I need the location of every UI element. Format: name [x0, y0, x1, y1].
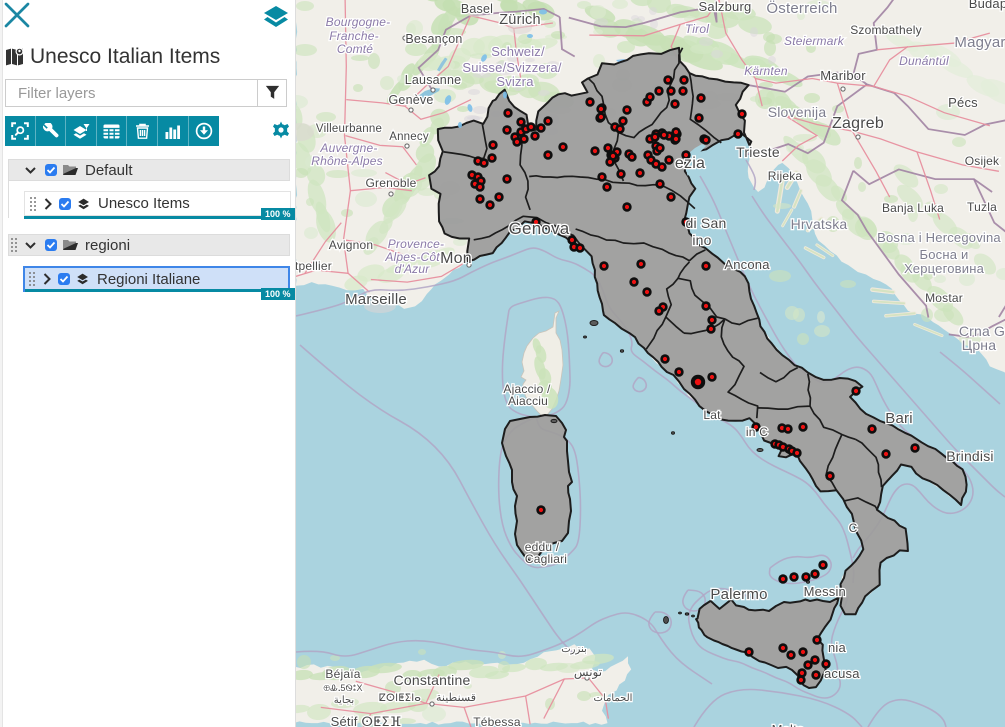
svg-text:Cagliari: Cagliari [525, 552, 567, 566]
svg-text:Tuzla: Tuzla [967, 200, 997, 214]
svg-text:Bourgogne-: Bourgogne- [326, 15, 391, 29]
svg-text:Steiermark: Steiermark [784, 34, 845, 48]
svg-text:Budap: Budap [969, 0, 1005, 11]
svg-text:Pécs: Pécs [948, 95, 978, 110]
svg-text:Maribor: Maribor [820, 68, 866, 83]
svg-text:Aiacciu: Aiacciu [508, 394, 548, 408]
svg-text:Österreich: Österreich [766, 0, 837, 17]
svg-text:بنزرت: بنزرت [561, 644, 587, 655]
svg-text:Osijek: Osijek [965, 154, 1000, 168]
svg-text:Slovenija: Slovenija [768, 104, 827, 120]
svg-text:Messin: Messin [804, 584, 846, 599]
svg-text:Ancona: Ancona [724, 257, 770, 272]
svg-text:Palermo: Palermo [710, 586, 767, 603]
svg-text:acusa: acusa [824, 666, 860, 681]
svg-text:Mostar: Mostar [925, 291, 963, 305]
svg-text:Franche-: Franche- [329, 29, 379, 43]
svg-text:Hrvatska: Hrvatska [791, 216, 848, 232]
svg-text:ⵇⵙⵏⵟⵉⵏⴰ: ⵇⵙⵏⵟⵉⵏⴰ [379, 693, 421, 704]
svg-text:Brindisi: Brindisi [946, 448, 994, 464]
svg-text:Rijeka: Rijeka [768, 169, 803, 183]
svg-text:Malta: Malta [772, 722, 805, 727]
svg-text:Svizra: Svizra [496, 74, 534, 89]
svg-text:Trieste: Trieste [736, 144, 780, 160]
svg-text:ino: ino [692, 232, 711, 248]
svg-text:Comté: Comté [337, 42, 373, 56]
svg-text:Szombathely: Szombathely [850, 23, 922, 37]
svg-text:الحمامات: الحمامات [594, 693, 633, 704]
svg-text:Villeurbanne: Villeurbanne [316, 123, 382, 135]
svg-text:Provence-: Provence- [388, 237, 445, 251]
svg-text:d'Azur: d'Azur [395, 262, 431, 276]
svg-text:Lat: Lat [703, 408, 721, 422]
svg-text:nia: nia [828, 640, 847, 655]
svg-text:Auvergne-: Auvergne- [319, 141, 377, 155]
svg-text:بجاية: بجاية [334, 695, 354, 706]
svg-text:Zürich: Zürich [499, 12, 541, 28]
svg-text:Lausanne: Lausanne [405, 73, 462, 87]
svg-text:Suisse/Svizzera/: Suisse/Svizzera/ [462, 60, 561, 75]
svg-text:Béjaïa: Béjaïa [325, 667, 360, 681]
svg-text:Rhône-Alpes: Rhône-Alpes [311, 154, 383, 168]
svg-text:Grenoble: Grenoble [366, 176, 417, 190]
svg-text:Marseille: Marseille [345, 291, 407, 308]
svg-text:Salzburg: Salzburg [699, 0, 752, 14]
svg-text:Annecy: Annecy [389, 131, 429, 143]
svg-text:قسنطينة: قسنطينة [436, 692, 476, 704]
svg-text:Bosna i Hercegovina: Bosna i Hercegovina [877, 230, 1001, 245]
svg-text:Kärnten: Kärnten [744, 64, 788, 78]
svg-text:Босна и: Босна и [920, 247, 969, 262]
svg-text:Banja Luka: Banja Luka [882, 201, 944, 215]
svg-text:ntpellier: ntpellier [296, 259, 332, 273]
svg-text:Dunántúl: Dunántúl [899, 54, 949, 68]
svg-text:⊕Ꮂ᎐5Ꮻ⁑X: ⊕Ꮂ᎐5Ꮻ⁑X [323, 683, 362, 693]
svg-text:Херцеговина: Херцеговина [904, 261, 985, 276]
svg-text:Besançon: Besançon [405, 32, 462, 46]
svg-text:Avignon: Avignon [329, 238, 374, 252]
svg-text:in C: in C [746, 425, 768, 439]
svg-text:Genève: Genève [389, 93, 434, 107]
svg-text:Mon: Mon [440, 250, 472, 267]
svg-text:Basel: Basel [461, 2, 493, 16]
svg-text:Bari: Bari [885, 410, 912, 427]
svg-text:Constantine: Constantine [394, 672, 471, 688]
svg-text:Tirol: Tirol [685, 22, 709, 36]
svg-text:ezia: ezia [675, 155, 705, 172]
svg-text:تونس: تونس [574, 665, 602, 679]
svg-text:Magyar: Magyar [954, 34, 1005, 51]
svg-text:Црна: Црна [962, 337, 996, 353]
svg-text:Schweiz/: Schweiz/ [491, 44, 545, 59]
svg-text:Tébessa: Tébessa [473, 715, 521, 727]
svg-text:Sétif ⵙⵟⵉⴼ: Sétif ⵙⵟⵉⴼ [331, 714, 402, 727]
svg-text:C: C [849, 521, 858, 535]
svg-text:Zagreb: Zagreb [832, 115, 884, 132]
svg-text:di San: di San [686, 215, 727, 231]
svg-text:Genova: Genova [509, 219, 570, 238]
